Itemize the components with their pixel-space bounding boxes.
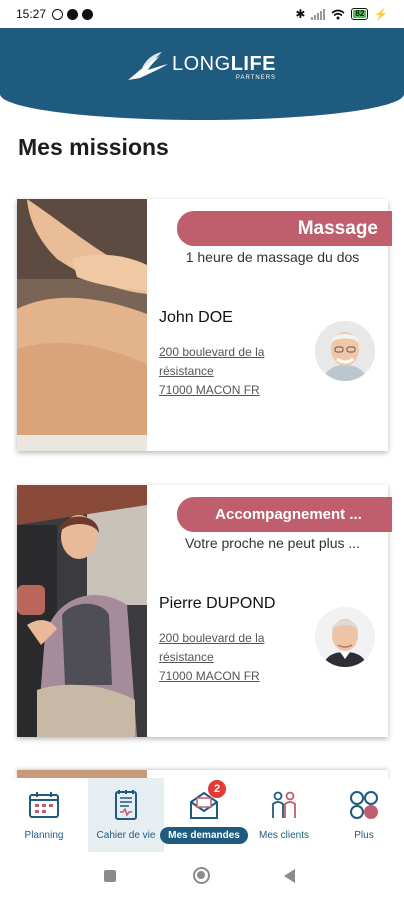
address-line: 71000 MACON FR bbox=[159, 669, 260, 683]
address-line: 200 boulevard de la bbox=[159, 345, 265, 359]
bluetooth-icon: ✱ bbox=[295, 7, 306, 21]
address-line: résistance bbox=[159, 364, 214, 378]
nav-cahier-de-vie[interactable]: Cahier de vie bbox=[88, 778, 164, 852]
notebook-icon bbox=[115, 790, 137, 820]
nav-mes-clients[interactable]: Mes clients bbox=[244, 778, 324, 852]
people-icon bbox=[272, 791, 296, 818]
nav-plus[interactable]: Plus bbox=[324, 778, 404, 852]
massage-photo bbox=[17, 199, 147, 451]
alarm-icon bbox=[52, 8, 64, 20]
mission-subtitle: Votre proche ne peut plus ... bbox=[184, 535, 361, 551]
mission-card[interactable]: Massage 1 heure de massage du dos John D… bbox=[17, 199, 392, 451]
brand-logo: LONGLIFE PARTNERS bbox=[126, 50, 276, 84]
status-icons: ✱ 82 ⚡ bbox=[295, 7, 388, 21]
nav-label: Planning bbox=[24, 830, 64, 841]
system-navigation-bar bbox=[0, 852, 404, 900]
client-address[interactable]: 200 boulevard de la résistance 71000 MAC… bbox=[159, 629, 299, 686]
mission-card[interactable]: Accompagnement ... Votre proche ne peut … bbox=[17, 485, 392, 737]
back-icon[interactable] bbox=[284, 869, 295, 883]
address-line: résistance bbox=[159, 650, 214, 664]
nav-label: Plus bbox=[354, 830, 374, 841]
app-notification-icon bbox=[67, 8, 79, 20]
nav-mes-demandes[interactable]: 2 Mes demandes bbox=[160, 778, 248, 852]
app-notification-icon bbox=[82, 8, 94, 20]
notification-badge: 2 bbox=[208, 780, 226, 798]
mission-tag: Accompagnement ... bbox=[177, 497, 392, 532]
status-time: 15:27 bbox=[16, 7, 47, 21]
screen: 15:27 ✱ 82 ⚡ LONGLIFE PARTNERS Mes missi… bbox=[0, 0, 404, 900]
nav-label: Mes demandes bbox=[160, 827, 248, 844]
recent-apps-icon[interactable] bbox=[104, 870, 116, 882]
calendar-icon bbox=[29, 792, 59, 818]
home-icon[interactable] bbox=[193, 867, 210, 884]
elderly-man-avatar-icon bbox=[315, 607, 375, 667]
client-address[interactable]: 200 boulevard de la résistance 71000 MAC… bbox=[159, 343, 299, 400]
wifi-icon bbox=[331, 9, 345, 19]
nav-label: Cahier de vie bbox=[96, 830, 156, 841]
mission-tag: Massage bbox=[177, 211, 392, 246]
elderly-man-avatar-icon bbox=[315, 321, 375, 381]
app-header: LONGLIFE PARTNERS bbox=[0, 28, 404, 120]
address-line: 200 boulevard de la bbox=[159, 631, 265, 645]
battery-icon: 82 bbox=[351, 8, 369, 20]
status-bar: 15:27 ✱ 82 ⚡ bbox=[0, 0, 404, 28]
client-avatar bbox=[315, 321, 375, 381]
address-line: 71000 MACON FR bbox=[159, 383, 260, 397]
charging-icon: ⚡ bbox=[374, 8, 388, 21]
nav-label: Mes clients bbox=[258, 830, 309, 841]
mission-subtitle: 1 heure de massage du dos bbox=[185, 249, 360, 265]
brand-name-light: LONG bbox=[172, 52, 231, 75]
client-avatar bbox=[315, 607, 375, 667]
more-grid-icon bbox=[350, 791, 378, 819]
client-name: John DOE bbox=[159, 309, 233, 326]
bottom-navigation: Planning Cahier de vie 2 Mes demandes Me… bbox=[0, 778, 404, 852]
battery-level: 82 bbox=[353, 9, 367, 18]
bird-logo-icon bbox=[128, 52, 168, 80]
signal-icon bbox=[311, 8, 326, 20]
car-escort-photo bbox=[17, 485, 147, 737]
nav-planning[interactable]: Planning bbox=[0, 778, 88, 852]
page-title: Mes missions bbox=[18, 134, 169, 160]
client-name: Pierre DUPOND bbox=[159, 595, 276, 612]
brand-name-bold: LIFE bbox=[230, 52, 277, 75]
brand-sub: PARTNERS bbox=[235, 74, 277, 81]
